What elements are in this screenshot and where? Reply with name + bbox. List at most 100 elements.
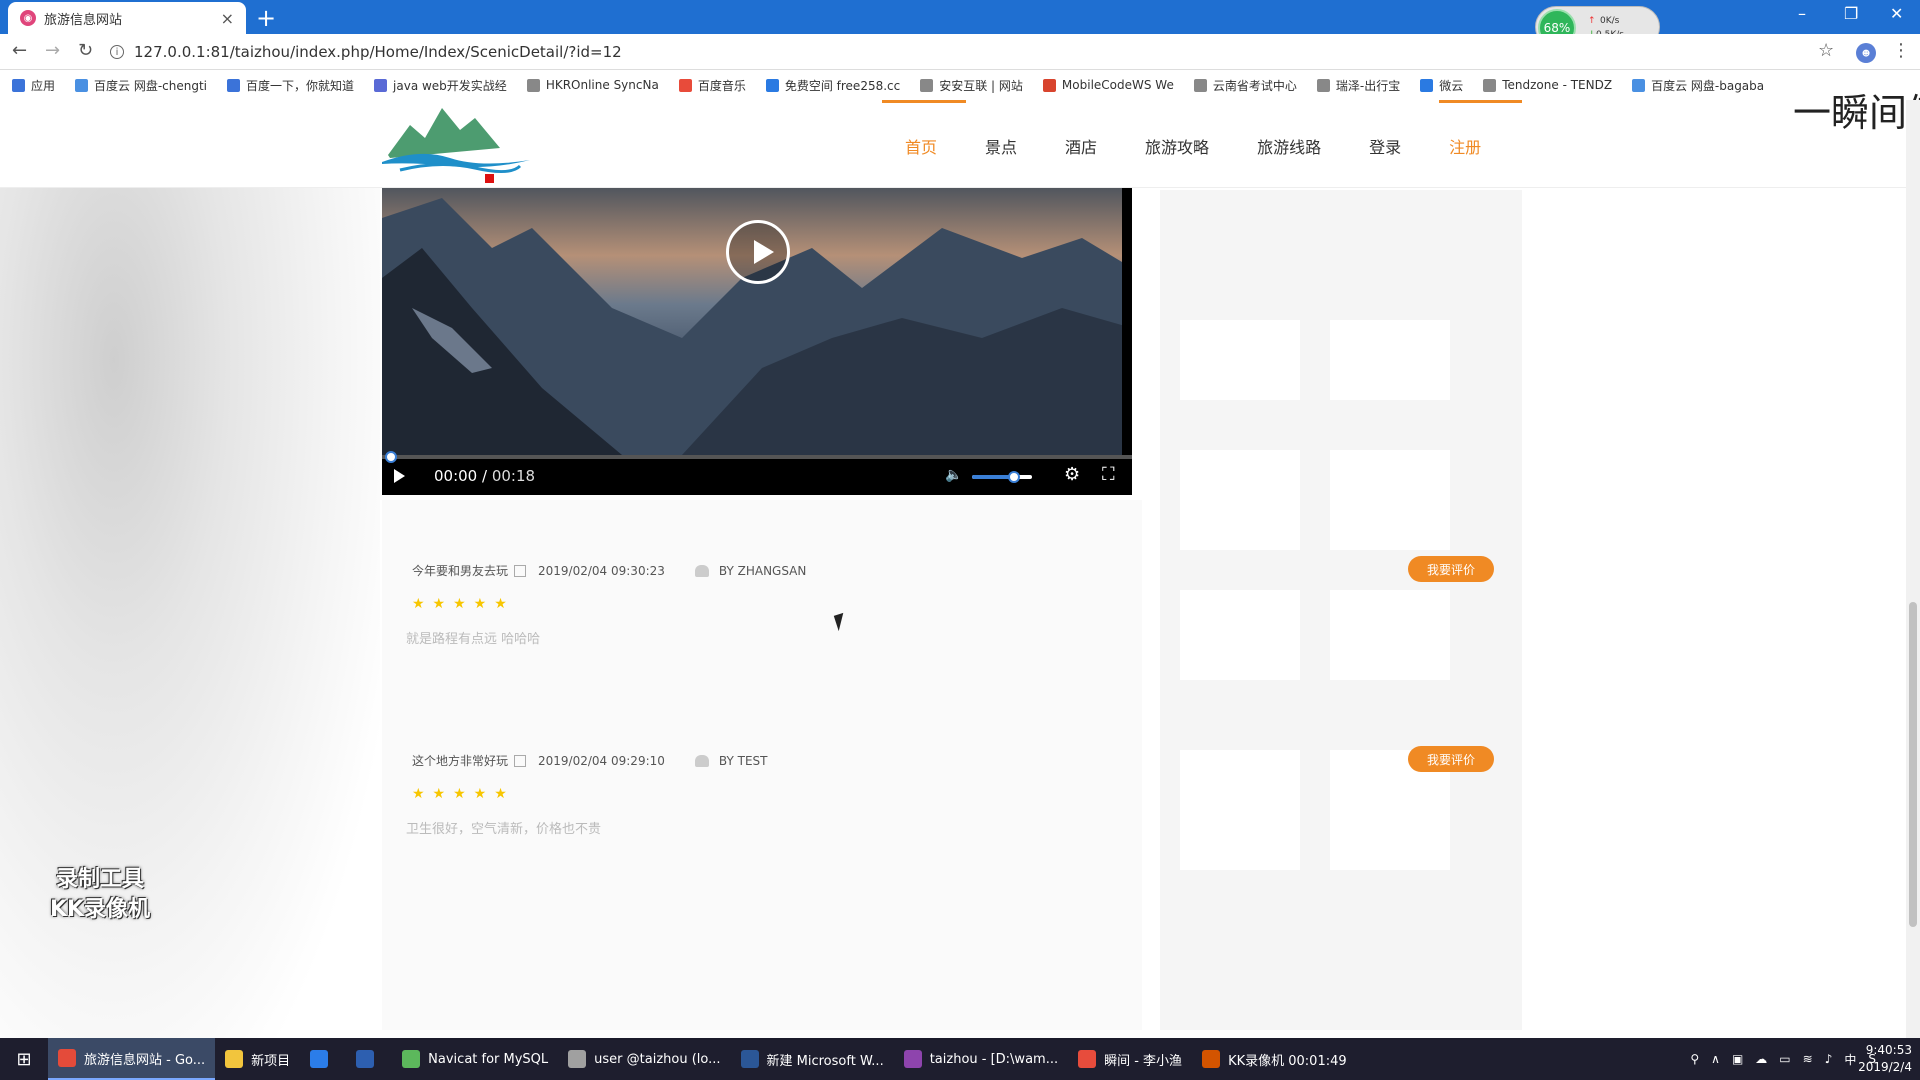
fullscreen-icon[interactable]: ⛶ xyxy=(1102,464,1115,485)
big-play-button[interactable] xyxy=(726,220,790,284)
nav-item[interactable]: 酒店 xyxy=(1065,134,1097,158)
taskbar-item[interactable]: 新项目 xyxy=(215,1038,300,1080)
app-icon xyxy=(402,1050,421,1068)
scrollbar-thumb[interactable] xyxy=(1909,602,1917,927)
url-text: 127.0.0.1:81/taizhou/index.php/Home/Inde… xyxy=(134,43,622,61)
video-time: 00:00 / 00:18 xyxy=(434,467,536,485)
nav-item[interactable]: 登录 xyxy=(1369,134,1401,158)
nav-item[interactable]: 注册 xyxy=(1449,134,1481,158)
volume-icon[interactable]: 🔈 xyxy=(945,467,962,483)
volume-slider[interactable] xyxy=(972,471,1032,483)
tray-icon[interactable]: ∧ xyxy=(1711,1052,1720,1066)
tray-icon[interactable]: ♪ xyxy=(1825,1052,1833,1066)
bookmark-label: 微云 xyxy=(1439,78,1464,93)
progress-knob[interactable] xyxy=(385,451,397,463)
taskbar-label: 新建 Microsoft W... xyxy=(766,1053,884,1069)
comment-date: 2019/02/04 09:29:10 xyxy=(538,753,665,768)
url-field[interactable]: i 127.0.0.1:81/taizhou/index.php/Home/In… xyxy=(110,39,1830,65)
video-player[interactable]: 00:00 / 00:18 🔈 ⚙ ⛶ xyxy=(382,188,1132,495)
forward-icon[interactable]: → xyxy=(45,40,60,61)
nav-item[interactable]: 景点 xyxy=(985,134,1017,158)
bookmark-label: 百度一下，你就知道 xyxy=(246,78,355,93)
current-time: 00:00 xyxy=(434,467,478,485)
taskbar-item[interactable]: 瞬间 - 李小渔 xyxy=(1068,1038,1192,1080)
minimize-button[interactable]: – xyxy=(1798,4,1806,23)
comment-title: 今年要和男友去玩 xyxy=(412,564,509,578)
settings-gear-icon[interactable]: ⚙ xyxy=(1064,464,1080,485)
rate-button[interactable]: 我要评价 xyxy=(1408,746,1494,772)
bookmark-star-icon[interactable]: ☆ xyxy=(1818,40,1834,61)
bookmark-item[interactable]: Tendzone - TENDZ xyxy=(1483,78,1612,92)
rate-button[interactable]: 我要评价 xyxy=(1408,556,1494,582)
taskbar-item[interactable]: 新建 Microsoft W... xyxy=(731,1038,894,1080)
bookmark-item[interactable]: 微云 xyxy=(1420,77,1463,94)
nav-item[interactable]: 旅游攻略 xyxy=(1145,134,1209,158)
new-tab-button[interactable]: + xyxy=(256,4,276,32)
bookmark-icon xyxy=(75,78,89,92)
bookmark-icon xyxy=(526,78,540,92)
app-icon xyxy=(1078,1050,1097,1068)
site-header: 首页 景点 酒店 旅游攻略 旅游线路 登录 注册 xyxy=(0,100,1906,188)
right-sidebar xyxy=(1160,190,1522,1030)
app-icon xyxy=(740,1050,759,1068)
tray-icon[interactable]: ≋ xyxy=(1803,1052,1813,1066)
app-icon xyxy=(568,1050,587,1068)
taskbar-item[interactable]: user @taizhou (lo... xyxy=(558,1038,730,1080)
nav-item[interactable]: 首页 xyxy=(905,134,937,158)
taskbar-item[interactable]: taizhou - [D:\wam... xyxy=(894,1038,1068,1080)
site-info-icon[interactable]: i xyxy=(110,45,124,59)
system-tray: ⚲ ∧ ▣ ☁ ▭ ≋ ♪ 中 S xyxy=(1678,1038,1876,1080)
browser-tab[interactable]: ◉ 旅游信息网站 × xyxy=(8,2,246,34)
reload-icon[interactable]: ↻ xyxy=(78,40,93,61)
bookmark-item[interactable]: 百度云 网盘-chengti xyxy=(75,77,207,94)
nav-item[interactable]: 旅游线路 xyxy=(1257,134,1321,158)
bookmark-item[interactable]: 百度一下，你就知道 xyxy=(227,77,354,94)
tray-icon[interactable]: 中 xyxy=(1844,1051,1856,1068)
calendar-icon xyxy=(514,754,527,767)
tray-icon[interactable]: ▭ xyxy=(1779,1052,1790,1066)
bookmark-icon xyxy=(678,78,692,92)
bookmark-label: Tendzone - TENDZ xyxy=(1502,78,1613,92)
profile-avatar[interactable]: ☻ xyxy=(1856,43,1876,63)
app-icon xyxy=(356,1050,375,1068)
tray-icon[interactable]: ⚲ xyxy=(1690,1052,1699,1066)
taskbar-item[interactable]: Navicat for MySQL xyxy=(392,1038,558,1080)
bookmark-item[interactable]: 应用 xyxy=(12,77,55,94)
recorder-watermark: 录制工具 KK录像机 xyxy=(30,865,170,925)
bookmark-item[interactable]: 百度音乐 xyxy=(678,77,746,94)
bookmark-item[interactable]: HKROnline SyncNa xyxy=(526,78,659,92)
bookmark-item[interactable]: 瑞泽-出行宝 xyxy=(1316,77,1400,94)
comment-text: 卫生很好，空气清新，价格也不贵 xyxy=(406,822,602,837)
browser-menu-icon[interactable]: ⋮ xyxy=(1892,40,1910,61)
taskbar-item[interactable]: 旅游信息网站 - Go... xyxy=(48,1038,216,1080)
site-logo[interactable] xyxy=(380,100,540,185)
play-icon[interactable] xyxy=(394,469,405,483)
taskbar-item[interactable] xyxy=(346,1038,392,1080)
tray-icon[interactable]: ▣ xyxy=(1732,1052,1743,1066)
close-window-button[interactable]: ✕ xyxy=(1890,4,1903,23)
windows-icon[interactable]: ⊞ xyxy=(0,1038,48,1080)
tray-icon[interactable]: ☁ xyxy=(1755,1052,1767,1066)
main-nav: 首页 景点 酒店 旅游攻略 旅游线路 登录 注册 xyxy=(905,134,1529,158)
bookmark-label: 安安互联 | 网站 xyxy=(939,78,1023,93)
video-progress-bar[interactable] xyxy=(382,451,1132,463)
restore-button[interactable]: ❐ xyxy=(1844,4,1858,23)
bookmark-icon xyxy=(920,78,934,92)
bookmark-item[interactable]: 百度云 网盘-bagaba xyxy=(1632,77,1764,94)
bookmark-item[interactable]: 免费空间 free258.cc xyxy=(765,77,900,94)
taskbar-item[interactable] xyxy=(300,1038,346,1080)
bookmark-label: 云南省考试中心 xyxy=(1212,78,1297,93)
bookmark-icon xyxy=(1042,78,1056,92)
bookmark-item[interactable]: 云南省考试中心 xyxy=(1193,77,1297,94)
page-scrollbar[interactable] xyxy=(1906,100,1920,1038)
taskbar-item[interactable]: KK录像机 00:01:49 xyxy=(1192,1038,1357,1080)
tab-close-icon[interactable]: × xyxy=(221,9,234,28)
back-icon[interactable]: ← xyxy=(12,40,27,61)
clock[interactable]: 9:40:53 2019/2/4 xyxy=(1858,1042,1912,1076)
bookmark-item[interactable]: java web开发实战经 xyxy=(374,77,507,94)
bookmark-item[interactable]: 安安互联 | 网站 xyxy=(920,77,1023,94)
bookmark-icon xyxy=(1483,78,1497,92)
bookmark-item[interactable]: MobileCodeWS We xyxy=(1042,78,1174,92)
tab-title: 旅游信息网站 xyxy=(44,12,123,28)
bookmark-icon xyxy=(1316,78,1330,92)
